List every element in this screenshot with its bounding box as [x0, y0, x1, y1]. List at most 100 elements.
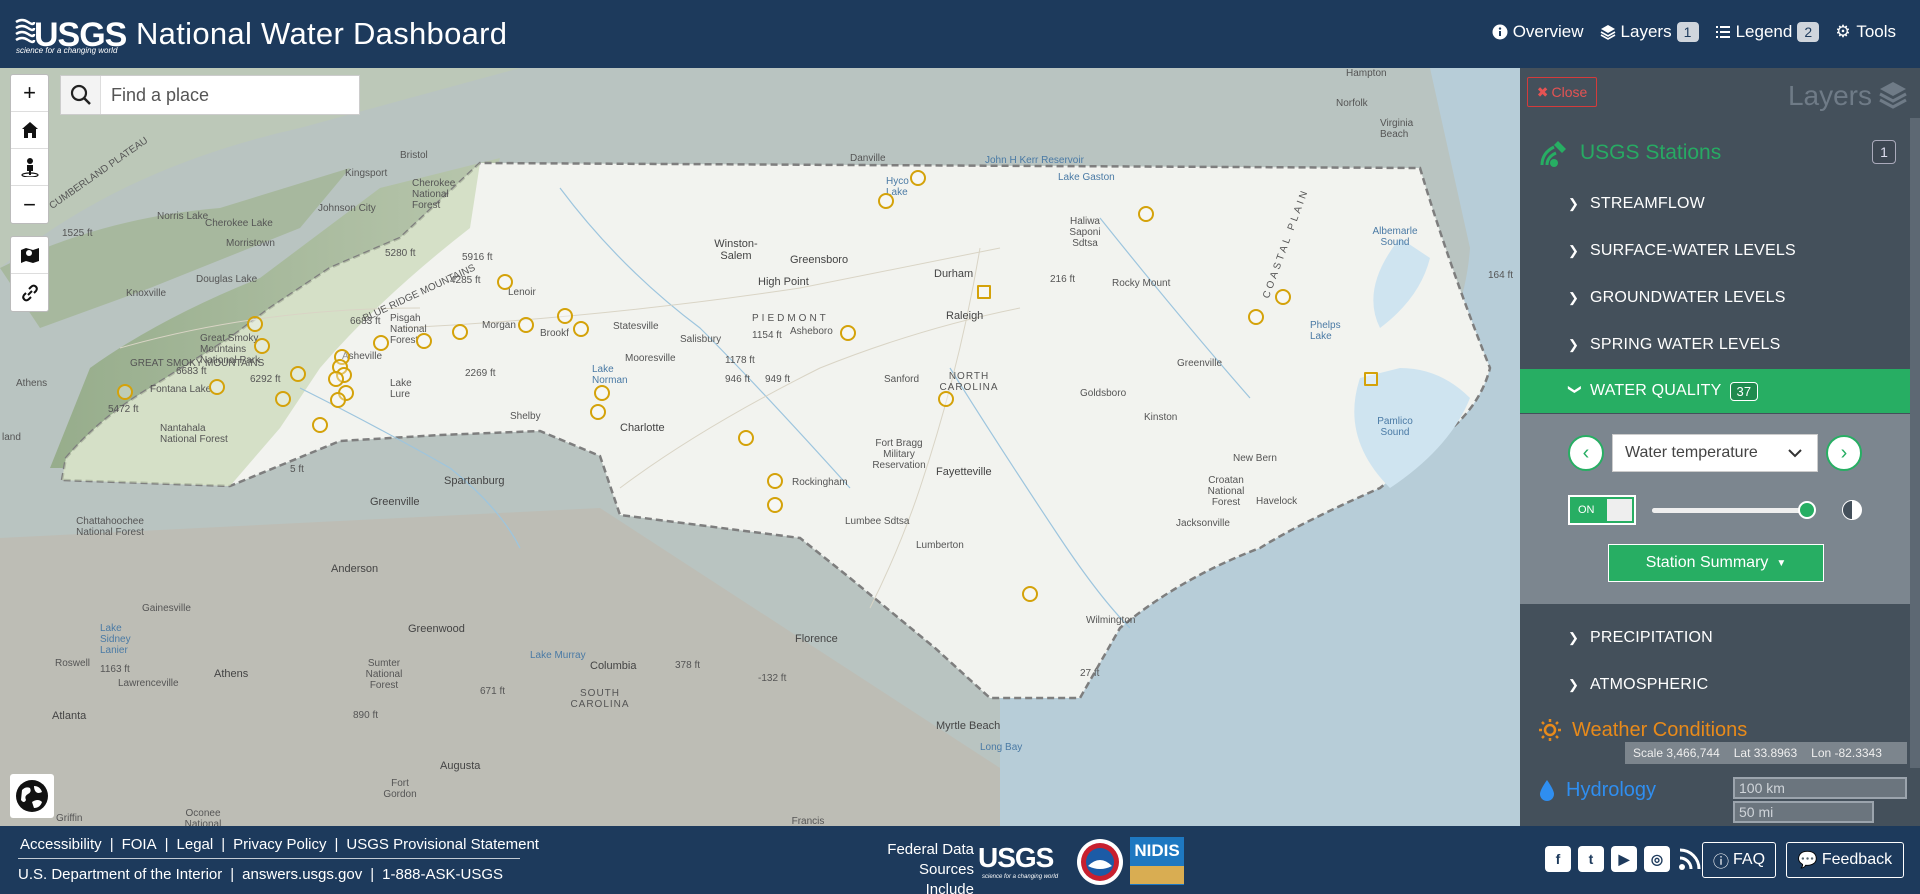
- rss-icon[interactable]: [1677, 846, 1703, 872]
- water-quality-station-marker[interactable]: [840, 325, 856, 341]
- instagram-icon[interactable]: ◎: [1644, 846, 1670, 872]
- map-label-elev-1154: 1154 ft: [752, 330, 782, 341]
- weather-conditions-header[interactable]: Weather Conditions: [1538, 718, 1747, 742]
- basemap-button[interactable]: [11, 237, 48, 274]
- noaa-nws-logo[interactable]: [1074, 838, 1126, 886]
- opacity-slider-thumb[interactable]: [1798, 501, 1817, 519]
- map-label-long-bay: Long Bay: [980, 742, 1023, 753]
- map-label-lenoir: Lenoir: [508, 287, 536, 298]
- station-summary-button[interactable]: Station Summary ▼: [1608, 544, 1824, 582]
- facebook-icon[interactable]: f: [1545, 846, 1571, 872]
- water-quality-station-marker[interactable]: [290, 366, 306, 382]
- nav-overview[interactable]: Overview: [1492, 22, 1584, 42]
- map-view[interactable]: Bristol Kingsport Johnson City Morristow…: [0, 68, 1520, 826]
- usgs-logo[interactable]: USGS science for a changing world: [14, 12, 127, 55]
- category-water-quality[interactable]: ❯ WATER QUALITY 37: [1520, 369, 1910, 413]
- water-quality-station-marker[interactable]: [1275, 289, 1291, 305]
- map-label-sanford: Sanford: [884, 374, 920, 385]
- water-quality-station-marker[interactable]: [312, 417, 328, 433]
- locate-button[interactable]: [11, 149, 48, 186]
- usgs-stations-header[interactable]: USGS Stations 1: [1538, 136, 1910, 170]
- category-precipitation[interactable]: ❯ PRECIPITATION: [1520, 616, 1910, 660]
- water-drop-icon: [1540, 780, 1554, 801]
- footer-usgs-logo[interactable]: USGS: [978, 842, 1054, 874]
- category-spring-water-levels[interactable]: ❯ SPRING WATER LEVELS: [1520, 323, 1910, 367]
- share-link-button[interactable]: [11, 274, 48, 311]
- twitter-icon[interactable]: t: [1578, 846, 1604, 872]
- opacity-slider[interactable]: [1652, 501, 1817, 519]
- nidis-logo[interactable]: NIDIS: [1130, 837, 1184, 885]
- globe-button[interactable]: [10, 774, 54, 818]
- water-quality-station-marker[interactable]: [497, 274, 513, 290]
- nav-legend[interactable]: Legend 2: [1715, 22, 1820, 42]
- layer-toggle[interactable]: ON: [1568, 495, 1636, 525]
- category-streamflow[interactable]: ❯ STREAMFLOW: [1520, 182, 1910, 226]
- water-quality-station-marker[interactable]: [452, 324, 468, 340]
- water-quality-station-marker[interactable]: [209, 379, 225, 395]
- hydrology-header[interactable]: Hydrology: [1538, 778, 1656, 802]
- water-quality-station-marker[interactable]: [373, 335, 389, 351]
- parameter-select[interactable]: Water temperature: [1612, 434, 1818, 472]
- water-quality-station-marker[interactable]: [557, 308, 573, 324]
- water-quality-station-marker[interactable]: [594, 385, 610, 401]
- water-quality-station-marker[interactable]: [767, 497, 783, 513]
- home-button[interactable]: [11, 112, 48, 149]
- category-atmospheric[interactable]: ❯ ATMOSPHERIC: [1520, 663, 1910, 707]
- footer-link-provisional[interactable]: USGS Provisional Statement: [346, 836, 539, 853]
- footer-link-privacy[interactable]: Privacy Policy: [233, 836, 326, 853]
- map-label-lake-gaston: Lake Gaston: [1058, 172, 1115, 183]
- category-label: WATER QUALITY: [1590, 382, 1722, 399]
- zoom-out-button[interactable]: −: [11, 186, 48, 223]
- footer-link-phone[interactable]: 1-888-ASK-USGS: [382, 866, 503, 883]
- scale-coordinate-readout: Scale 3,466,744 Lat 33.8963 Lon -82.3343: [1625, 742, 1907, 764]
- search-icon[interactable]: [61, 76, 101, 114]
- footer-link-answers[interactable]: answers.usgs.gov: [242, 866, 362, 883]
- water-quality-station-marker[interactable]: [254, 338, 270, 354]
- layers-panel: ✖ Close Layers USGS Stations 1 ❯ STREAMF…: [1520, 68, 1920, 826]
- water-quality-station-marker[interactable]: [117, 384, 133, 400]
- map-label-nantahala: Nantahala National Forest: [160, 423, 228, 445]
- map-label-lumbee: Lumbee Sdtsa: [845, 516, 910, 527]
- water-quality-station-marker[interactable]: [330, 392, 346, 408]
- water-quality-station-marker[interactable]: [1248, 309, 1264, 325]
- water-quality-station-marker[interactable]: [590, 404, 606, 420]
- map-tool-controls: [10, 236, 49, 312]
- water-quality-station-marker[interactable]: [1138, 206, 1154, 222]
- water-quality-station-marker[interactable]: [1022, 586, 1038, 602]
- footer-link-foia[interactable]: FOIA: [122, 836, 157, 853]
- map-label-elev-5: 5 ft: [290, 464, 304, 475]
- water-quality-station-marker[interactable]: [738, 430, 754, 446]
- water-quality-station-marker[interactable]: [977, 285, 991, 299]
- category-surface-water-levels[interactable]: ❯ SURFACE-WATER LEVELS: [1520, 229, 1910, 273]
- water-quality-station-marker[interactable]: [518, 317, 534, 333]
- footer-link-accessibility[interactable]: Accessibility: [20, 836, 102, 853]
- footer-link-legal[interactable]: Legal: [177, 836, 214, 853]
- search-input[interactable]: [101, 84, 351, 106]
- water-quality-station-marker[interactable]: [247, 316, 263, 332]
- water-quality-station-marker[interactable]: [416, 333, 432, 349]
- water-quality-station-marker[interactable]: [910, 170, 926, 186]
- next-parameter-button[interactable]: ›: [1826, 435, 1862, 471]
- map-label-griffin: Griffin: [56, 813, 83, 824]
- feedback-button[interactable]: 💬 Feedback: [1786, 842, 1904, 878]
- sidebar-scrollbar[interactable]: [1910, 118, 1920, 768]
- water-quality-station-marker[interactable]: [275, 391, 291, 407]
- zoom-in-button[interactable]: +: [11, 75, 48, 112]
- nav-tools[interactable]: ⚙ Tools: [1835, 22, 1896, 42]
- category-groundwater-levels[interactable]: ❯ GROUNDWATER LEVELS: [1520, 276, 1910, 320]
- water-quality-station-marker[interactable]: [573, 321, 589, 337]
- faq-button[interactable]: ⓘ FAQ: [1702, 842, 1776, 878]
- map-label-elev-949: 949 ft: [765, 374, 791, 385]
- water-quality-station-marker[interactable]: [328, 371, 344, 387]
- latitude-value: Lat 33.8963: [1733, 746, 1798, 760]
- water-quality-station-marker[interactable]: [878, 193, 894, 209]
- close-button[interactable]: ✖ Close: [1527, 77, 1597, 107]
- toggle-label: ON: [1578, 504, 1595, 516]
- nav-layers[interactable]: Layers 1: [1600, 22, 1699, 42]
- youtube-icon[interactable]: ▶: [1611, 846, 1637, 872]
- footer-link-doi[interactable]: U.S. Department of the Interior: [18, 866, 222, 883]
- water-quality-station-marker[interactable]: [1364, 372, 1378, 386]
- water-quality-station-marker[interactable]: [767, 473, 783, 489]
- previous-parameter-button[interactable]: ‹: [1568, 435, 1604, 471]
- water-quality-station-marker[interactable]: [938, 391, 954, 407]
